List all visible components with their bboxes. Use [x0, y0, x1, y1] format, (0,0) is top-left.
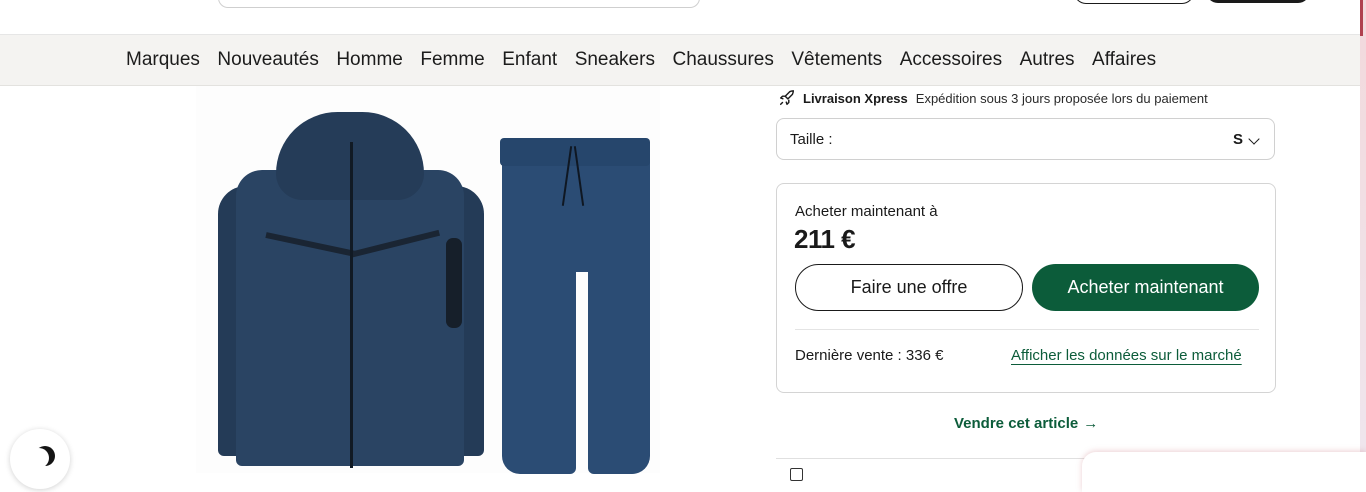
jacket-sleeve-pocket: [446, 238, 462, 328]
nav-item-femme[interactable]: Femme: [420, 49, 484, 71]
nav-item-accessoires[interactable]: Accessoires: [900, 49, 1002, 71]
nav-item-enfant[interactable]: Enfant: [502, 49, 557, 71]
purchase-panel: Acheter maintenant à 211 € Faire une off…: [776, 183, 1276, 393]
sell-item-label: Vendre cet article: [954, 415, 1079, 432]
last-sale-text: Dernière vente : 336 €: [795, 347, 944, 364]
nav-item-affaires[interactable]: Affaires: [1092, 49, 1156, 71]
product-image[interactable]: [196, 86, 660, 474]
sell-item-link[interactable]: Vendre cet article →: [954, 415, 1098, 432]
buy-now-price: 211 €: [794, 224, 856, 254]
rocket-icon: [779, 90, 795, 106]
nav-item-nouveautes[interactable]: Nouveautés: [217, 49, 318, 71]
size-selector[interactable]: Taille : S: [776, 118, 1275, 160]
delivery-description: Expédition sous 3 jours proposée lors du…: [915, 90, 1208, 106]
delivery-brand: Livraison Xpress: [803, 90, 908, 106]
moon-icon: [29, 448, 49, 468]
jacket-zipper: [350, 142, 353, 468]
category-navbar: Marques Nouveautés Homme Femme Enfant Sn…: [0, 35, 1360, 86]
market-data-link[interactable]: Afficher les données sur le marché: [1011, 347, 1242, 364]
size-label: Taille :: [790, 131, 833, 148]
buy-now-button[interactable]: Acheter maintenant: [1032, 264, 1259, 311]
nav-item-sneakers[interactable]: Sneakers: [575, 49, 655, 71]
size-value: S: [1233, 131, 1244, 148]
bottom-divider: [776, 458, 1136, 459]
chevron-down-icon: [1248, 133, 1260, 145]
top-header: [0, 0, 1366, 35]
pants: [500, 138, 650, 474]
edge-accent: [1360, 0, 1363, 36]
bottom-checkbox[interactable]: [790, 468, 803, 481]
header-dark-button[interactable]: [1206, 0, 1310, 3]
buy-now-label: Acheter maintenant à: [795, 203, 938, 220]
nav-item-chaussures[interactable]: Chaussures: [672, 49, 773, 71]
nav-item-autres[interactable]: Autres: [1020, 49, 1075, 71]
category-nav-list: Marques Nouveautés Homme Femme Enfant Sn…: [126, 35, 1174, 85]
delivery-info: Livraison Xpress Expédition sous 3 jours…: [778, 88, 1208, 108]
browser-edge: [1360, 0, 1366, 473]
search-input[interactable]: [218, 0, 700, 8]
arrow-right-icon: →: [1083, 415, 1099, 432]
purchase-divider: [795, 329, 1259, 330]
make-offer-button[interactable]: Faire une offre: [795, 264, 1023, 311]
nav-item-marques[interactable]: Marques: [126, 49, 200, 71]
theme-toggle-button[interactable]: [10, 429, 70, 489]
header-outline-button[interactable]: [1074, 0, 1194, 4]
chat-widget[interactable]: [1082, 452, 1366, 492]
nav-item-homme[interactable]: Homme: [336, 49, 403, 71]
nav-item-vetements[interactable]: Vêtements: [791, 49, 882, 71]
